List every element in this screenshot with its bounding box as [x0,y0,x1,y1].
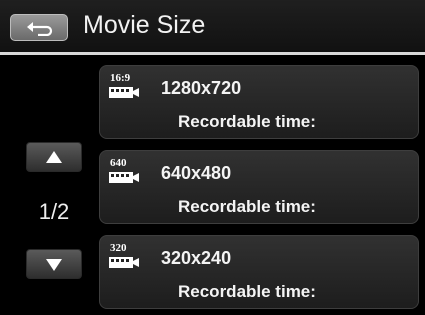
movie-size-option-320x240[interactable]: 320 320x240 Recordable time: [99,235,419,309]
recordable-time-label: Recordable time: [178,282,316,301]
up-triangle-icon [46,151,62,163]
film-camera-icon [109,257,139,268]
movie-size-option-1280x720[interactable]: 16:9 1280x720 Recordable time: [99,65,419,139]
scroll-up-button[interactable] [26,142,82,172]
down-triangle-icon [46,259,62,271]
film-camera-icon [109,172,139,183]
back-arrow-icon [27,22,53,36]
icon-ratio-label: 320 [110,242,127,254]
recordable-time-label: Recordable time: [178,112,316,131]
resolution-label: 1280x720 [161,78,242,98]
page-title: Movie Size [83,11,206,39]
scroll-down-button[interactable] [26,249,82,279]
film-camera-icon [109,87,139,98]
movie-size-icon: 640 [108,158,148,186]
movie-size-icon: 16:9 [108,73,148,101]
page-indicator: 1/2 [38,199,70,224]
icon-ratio-label: 16:9 [110,72,131,84]
resolution-label: 640x480 [161,163,232,183]
header-divider [0,52,425,55]
recordable-time-label: Recordable time: [178,197,316,216]
movie-size-icon: 320 [108,243,148,271]
back-button[interactable] [10,14,68,41]
resolution-label: 320x240 [161,248,232,268]
icon-ratio-label: 640 [110,157,127,169]
movie-size-option-640x480[interactable]: 640 640x480 Recordable time: [99,150,419,224]
